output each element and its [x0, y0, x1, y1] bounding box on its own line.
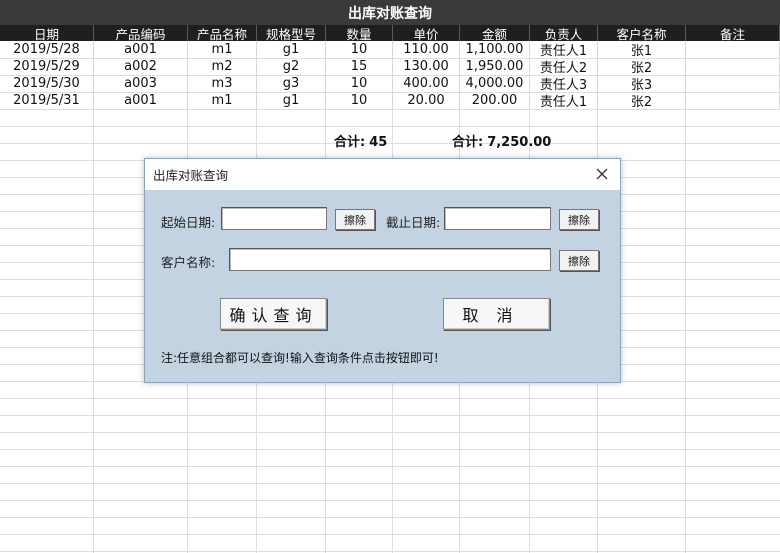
cell-date[interactable]: 2019/5/29 — [0, 58, 94, 75]
cell-owner[interactable]: 责任人1 — [530, 41, 598, 58]
cell-date[interactable]: 2019/5/28 — [0, 41, 94, 58]
cell-amount[interactable]: 4,000.00 — [460, 75, 530, 92]
column-header-product-code: 产品编码 — [94, 25, 188, 41]
column-header-amount: 金额 — [460, 25, 530, 41]
cell-owner[interactable]: 责任人3 — [530, 75, 598, 92]
cell-product-code[interactable]: a002 — [94, 58, 188, 75]
cell-quantity[interactable]: 10 — [326, 75, 393, 92]
column-header-spec: 规格型号 — [257, 25, 326, 41]
cell-spec[interactable]: g3 — [257, 75, 326, 92]
table-row: 2019/5/31 a001 m1 g1 10 20.00 200.00 责任人1 张2 — [0, 92, 780, 109]
end-date-input[interactable] — [444, 207, 551, 230]
cell-customer[interactable]: 张2 — [598, 58, 686, 75]
cell-spec[interactable]: g1 — [257, 92, 326, 109]
quantity-total-label: 合计: — [334, 135, 366, 150]
query-dialog: 出库对账查询 起始日期: 擦除 截止日期: 擦除 客户名称: 擦除 确认查询 取… — [144, 158, 621, 383]
row-gridline — [0, 483, 780, 484]
cell-quantity[interactable]: 15 — [326, 58, 393, 75]
cell-remark[interactable] — [686, 75, 780, 92]
clear-start-date-button[interactable]: 擦除 — [335, 209, 375, 230]
cell-customer[interactable]: 张2 — [598, 92, 686, 109]
close-icon — [596, 168, 608, 180]
cell-date[interactable]: 2019/5/30 — [0, 75, 94, 92]
customer-name-label: 客户名称: — [161, 255, 216, 270]
amount-total: 合计: 7,250.00 — [452, 131, 551, 150]
clear-end-date-button[interactable]: 擦除 — [559, 209, 599, 230]
cancel-button[interactable]: 取消 — [443, 298, 550, 330]
column-header-date: 日期 — [0, 25, 94, 41]
clear-customer-button[interactable]: 擦除 — [559, 250, 599, 271]
table-row: 2019/5/30 a003 m3 g3 10 400.00 4,000.00 责任人3 张3 — [0, 75, 780, 92]
row-gridline — [0, 109, 780, 110]
column-header-remark: 备注 — [686, 25, 780, 41]
cell-remark[interactable] — [686, 58, 780, 75]
table-row: 2019/5/29 a002 m2 g2 15 130.00 1,950.00 责任人2 张2 — [0, 58, 780, 75]
cell-amount[interactable]: 200.00 — [460, 92, 530, 109]
cell-unit-price[interactable]: 110.00 — [393, 41, 460, 58]
column-gridline — [93, 41, 94, 553]
row-gridline — [0, 551, 780, 552]
column-gridline — [685, 41, 686, 553]
row-gridline — [0, 449, 780, 450]
cell-unit-price[interactable]: 400.00 — [393, 75, 460, 92]
quantity-total-value: 45 — [369, 135, 388, 150]
row-gridline — [0, 534, 780, 535]
cell-customer[interactable]: 张1 — [598, 41, 686, 58]
cell-remark[interactable] — [686, 41, 780, 58]
end-date-label: 截止日期: — [386, 215, 441, 230]
amount-total-label: 合计: — [452, 135, 484, 150]
row-gridline — [0, 415, 780, 416]
start-date-input[interactable] — [221, 207, 327, 230]
cell-quantity[interactable]: 10 — [326, 92, 393, 109]
quantity-total: 合计: 45 — [334, 131, 387, 150]
start-date-label: 起始日期: — [161, 215, 216, 230]
cell-product-code[interactable]: a001 — [94, 92, 188, 109]
row-gridline — [0, 143, 780, 144]
row-gridline — [0, 500, 780, 501]
amount-total-value: 7,250.00 — [487, 135, 552, 150]
cell-unit-price[interactable]: 130.00 — [393, 58, 460, 75]
cell-product-name[interactable]: m1 — [188, 92, 257, 109]
sheet-title: 出库对账查询 — [0, 0, 780, 25]
row-gridline — [0, 432, 780, 433]
cell-product-name[interactable]: m3 — [188, 75, 257, 92]
column-header-customer: 客户名称 — [598, 25, 686, 41]
cell-product-code[interactable]: a001 — [94, 41, 188, 58]
close-button[interactable] — [590, 162, 614, 186]
cell-owner[interactable]: 责任人1 — [530, 92, 598, 109]
cell-customer[interactable]: 张3 — [598, 75, 686, 92]
cell-product-code[interactable]: a003 — [94, 75, 188, 92]
row-gridline — [0, 466, 780, 467]
cell-quantity[interactable]: 10 — [326, 41, 393, 58]
row-gridline — [0, 398, 780, 399]
column-header-unit-price: 单价 — [393, 25, 460, 41]
row-gridline — [0, 517, 780, 518]
column-header-row: 日期 产品编码 产品名称 规格型号 数量 单价 金额 负责人 客户名称 备注 — [0, 25, 780, 41]
cell-product-name[interactable]: m1 — [188, 41, 257, 58]
cell-spec[interactable]: g1 — [257, 41, 326, 58]
cell-date[interactable]: 2019/5/31 — [0, 92, 94, 109]
cell-amount[interactable]: 1,100.00 — [460, 41, 530, 58]
table-row: 2019/5/28 a001 m1 g1 10 110.00 1,100.00 责任人1 张1 — [0, 41, 780, 58]
column-header-owner: 负责人 — [530, 25, 598, 41]
cell-remark[interactable] — [686, 92, 780, 109]
row-gridline — [0, 126, 780, 127]
dialog-note: 注:任意组合都可以查询!输入查询条件点击按钮即可! — [161, 351, 439, 365]
cell-product-name[interactable]: m2 — [188, 58, 257, 75]
column-header-product-name: 产品名称 — [188, 25, 257, 41]
column-header-quantity: 数量 — [326, 25, 393, 41]
dialog-titlebar: 出库对账查询 — [145, 159, 620, 190]
cell-amount[interactable]: 1,950.00 — [460, 58, 530, 75]
cell-owner[interactable]: 责任人2 — [530, 58, 598, 75]
confirm-query-button[interactable]: 确认查询 — [220, 298, 327, 330]
customer-name-input[interactable] — [229, 248, 551, 271]
cell-unit-price[interactable]: 20.00 — [393, 92, 460, 109]
dialog-title: 出库对账查询 — [153, 168, 229, 183]
cell-spec[interactable]: g2 — [257, 58, 326, 75]
